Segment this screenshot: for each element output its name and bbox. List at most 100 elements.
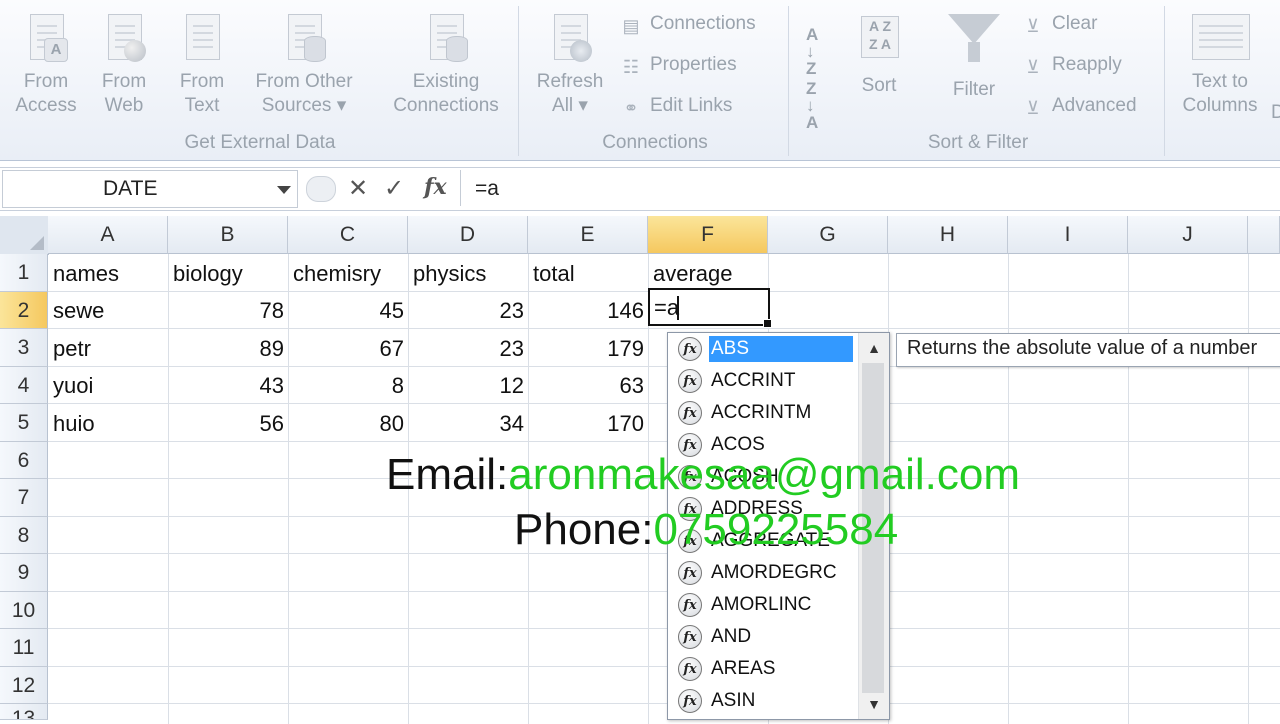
refresh-all-button[interactable]: Refresh All ▾ (530, 8, 610, 118)
autocomplete-item[interactable]: fx ACCRINTM (676, 399, 856, 429)
column-header-h[interactable]: H (888, 216, 1008, 254)
text-to-columns-button[interactable]: Text to Columns (1174, 8, 1266, 118)
row-header-8[interactable]: 8 (0, 517, 48, 554)
cell-b5[interactable]: 56 (168, 411, 284, 437)
autocomplete-item[interactable]: fx ASIN (676, 687, 856, 717)
cell-c4[interactable]: 8 (288, 373, 404, 399)
function-icon: fx (678, 657, 702, 681)
active-cell-f2[interactable]: =a (648, 288, 772, 328)
autocomplete-item[interactable]: fx ABS (676, 335, 856, 365)
edit-links-button[interactable]: ⚭ Edit Links (620, 95, 732, 118)
cell-d2[interactable]: 23 (408, 298, 524, 324)
cell-c1[interactable]: chemisry (293, 261, 381, 287)
column-header-a[interactable]: A (48, 216, 168, 254)
cell-e3[interactable]: 179 (528, 336, 644, 362)
row-header-11[interactable]: 11 (0, 629, 48, 667)
gridline (1128, 254, 1129, 724)
name-box-value: DATE (103, 177, 158, 200)
column-header-j[interactable]: J (1128, 216, 1248, 254)
select-all-button[interactable] (0, 216, 49, 255)
name-box[interactable]: DATE (2, 170, 298, 208)
cell-f1[interactable]: average (653, 261, 733, 287)
cell-d5[interactable]: 34 (408, 411, 524, 437)
advanced-button[interactable]: ⊻ Advanced (1022, 95, 1137, 118)
from-other-sources-button[interactable]: From Other Sources ▾ (244, 8, 364, 118)
row-header-13[interactable]: 13 (0, 704, 48, 720)
column-header-b[interactable]: B (168, 216, 288, 254)
autocomplete-item-label: ACCRINT (711, 370, 796, 391)
cell-c2[interactable]: 45 (288, 298, 404, 324)
from-web-label-2: Web (104, 95, 144, 116)
row-header-5[interactable]: 5 (0, 404, 48, 442)
row-header-9[interactable]: 9 (0, 554, 48, 592)
column-header-d[interactable]: D (408, 216, 528, 254)
cell-b2[interactable]: 78 (168, 298, 284, 324)
advanced-filter-icon: ⊻ (1026, 98, 1040, 118)
gridline (48, 328, 1280, 329)
sort-button[interactable]: A ZZ A Sort (848, 8, 910, 98)
cell-a4[interactable]: yuoi (53, 373, 93, 399)
formula-input[interactable]: =a (460, 170, 1279, 206)
row-header-6[interactable]: 6 (0, 442, 48, 479)
scroll-up-icon[interactable]: ▲ (859, 335, 889, 361)
properties-button[interactable]: ☷ Properties (620, 54, 737, 77)
cell-e5[interactable]: 170 (528, 411, 644, 437)
cell-a2[interactable]: sewe (53, 298, 104, 324)
row-header-4[interactable]: 4 (0, 367, 48, 404)
column-header-e[interactable]: E (528, 216, 648, 254)
cell-c3[interactable]: 67 (288, 336, 404, 362)
resize-handle-icon[interactable] (306, 176, 336, 202)
cell-d1[interactable]: physics (413, 261, 486, 287)
fill-handle[interactable] (763, 319, 772, 328)
reapply-button[interactable]: ⊻ Reapply (1022, 54, 1121, 77)
sort-a-to-z-button[interactable]: A↓Z (806, 26, 836, 77)
refresh-icon (546, 8, 594, 64)
autocomplete-item[interactable]: fx ACCRINT (676, 367, 856, 397)
sort-z-to-a-button[interactable]: Z↓A (806, 80, 836, 131)
cell-e2[interactable]: 146 (528, 298, 644, 324)
filter-button[interactable]: Filter (940, 78, 1008, 102)
cell-a3[interactable]: petr (53, 336, 91, 362)
row-header-10[interactable]: 10 (0, 592, 48, 629)
cell-a5[interactable]: huio (53, 411, 95, 437)
row-header-12[interactable]: 12 (0, 667, 48, 704)
clear-button[interactable]: ⊻ Clear (1022, 13, 1097, 36)
formula-bar: DATE ✕ ✓ fx =a (0, 167, 1280, 211)
cell-e4[interactable]: 63 (528, 373, 644, 399)
connections-button[interactable]: ▤ Connections (620, 13, 755, 36)
chevron-down-icon[interactable] (277, 186, 291, 194)
refresh-label-2: All ▾ (552, 95, 588, 116)
from-access-button[interactable]: A From Access (10, 8, 82, 118)
cell-d3[interactable]: 23 (408, 336, 524, 362)
cell-b4[interactable]: 43 (168, 373, 284, 399)
insert-function-icon[interactable]: fx (424, 174, 447, 200)
autocomplete-item[interactable]: fx AMORDEGRC (676, 559, 856, 589)
column-header-f[interactable]: F (648, 216, 768, 254)
column-header-k[interactable] (1248, 216, 1280, 254)
function-tooltip: Returns the absolute value of a number (896, 333, 1280, 367)
autocomplete-item[interactable]: fx AMORLINC (676, 591, 856, 621)
column-header-g[interactable]: G (768, 216, 888, 254)
enter-check-icon[interactable]: ✓ (384, 174, 404, 203)
cell-e1[interactable]: total (533, 261, 575, 287)
cell-c5[interactable]: 80 (288, 411, 404, 437)
row-header-3[interactable]: 3 (0, 329, 48, 367)
cell-a1[interactable]: names (53, 261, 119, 287)
cell-d4[interactable]: 12 (408, 373, 524, 399)
from-text-button[interactable]: From Text (166, 8, 238, 118)
autocomplete-item[interactable]: fx AND (676, 623, 856, 653)
existing-connections-button[interactable]: Existing Connections (384, 8, 508, 118)
text-to-columns-label-2: Columns (1182, 95, 1258, 116)
autocomplete-item[interactable]: fx AREAS (676, 655, 856, 685)
cell-b1[interactable]: biology (173, 261, 243, 287)
cell-b3[interactable]: 89 (168, 336, 284, 362)
scroll-down-icon[interactable]: ▼ (859, 691, 889, 717)
row-header-2[interactable]: 2 (0, 292, 48, 329)
column-header-i[interactable]: I (1008, 216, 1128, 254)
row-header-1[interactable]: 1 (0, 254, 48, 292)
advanced-label: Advanced (1052, 95, 1137, 116)
from-web-button[interactable]: From Web (88, 8, 160, 118)
column-header-c[interactable]: C (288, 216, 408, 254)
row-header-7[interactable]: 7 (0, 479, 48, 517)
cancel-icon[interactable]: ✕ (348, 174, 368, 203)
